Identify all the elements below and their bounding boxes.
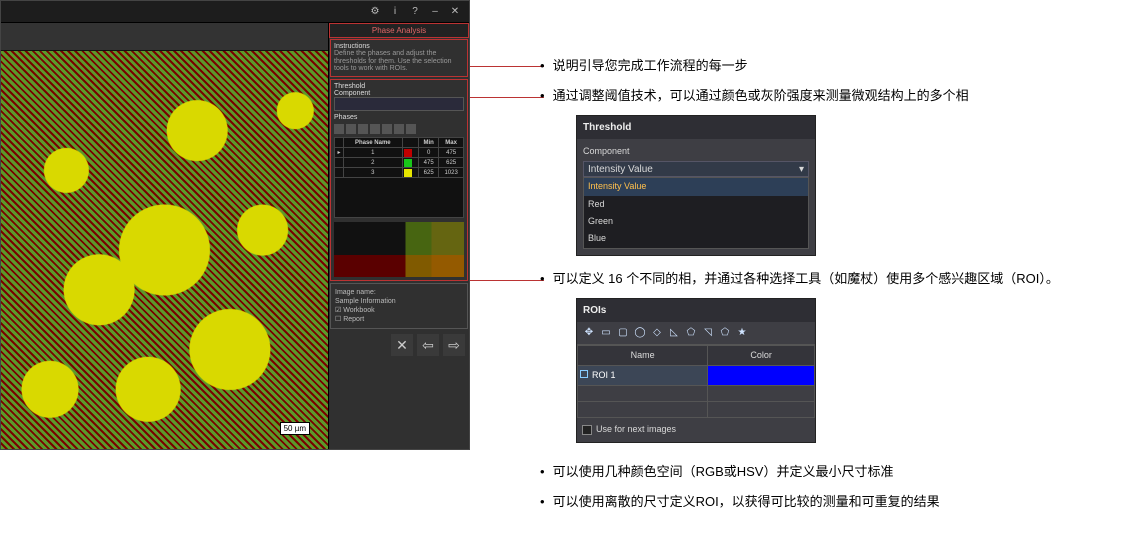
minimize-icon[interactable]: – [427, 4, 443, 20]
phase-swatch[interactable] [404, 149, 412, 157]
instructions-header: Instructions [334, 43, 464, 50]
component-label: Component [334, 90, 464, 97]
rois-row[interactable] [578, 402, 815, 418]
rois-col-name: Name [578, 345, 708, 365]
rect-icon[interactable]: ▭ [599, 326, 613, 340]
phase-header: Phases [334, 114, 464, 121]
instructions-box: Instructions Define the phases and adjus… [330, 39, 468, 77]
tool-btn[interactable] [406, 124, 416, 134]
annotation-line: 说明引导您完成工作流程的每一步 [540, 55, 1120, 77]
gear-icon[interactable]: ⚙ [367, 4, 383, 20]
scale-bar: 50 µm [280, 422, 310, 435]
rois-toolbar: ✥ ▭ ▢ ◯ ◇ ◺ ⬠ ◹ ⬠ ★ [577, 322, 815, 345]
histogram[interactable] [334, 222, 464, 277]
tool-btn[interactable] [346, 124, 356, 134]
rois-mini-title: ROIs [577, 299, 815, 322]
phase-row[interactable]: 3 625 1023 [335, 168, 464, 178]
close-icon[interactable]: ✕ [447, 4, 463, 20]
phase-swatch[interactable] [404, 159, 412, 167]
annotation-line: 可以定义 16 个不同的相，并通过各种选择工具（如魔杖）使用多个感兴趣区域（RO… [540, 268, 1120, 290]
viewport-toolbar [1, 23, 328, 51]
pointer-icon[interactable]: ✥ [582, 326, 596, 340]
threshold-mini-selected: Intensity Value [588, 161, 653, 178]
annotation-line: 可以使用离散的尺寸定义ROI，以获得可比较的测量和可重复的结果 [540, 491, 1120, 513]
diamond-icon[interactable]: ◇ [650, 326, 664, 340]
threshold-dropdown: Intensity Value Red Green Blue [583, 177, 809, 248]
use-next-label: Use for next images [596, 422, 676, 437]
help-icon[interactable]: ? [407, 4, 423, 20]
annotation-line: 可以使用几种颜色空间（RGB或HSV）并定义最小尺寸标准 [540, 461, 1120, 483]
star-icon[interactable]: ★ [735, 326, 749, 340]
tool-btn[interactable] [334, 124, 344, 134]
app-titlebar: ⚙ ⅰ ? – ✕ [1, 1, 469, 23]
annotation-text: 说明引导您完成工作流程的每一步 [553, 55, 748, 77]
annotations: 说明引导您完成工作流程的每一步 通过调整阈值技术，可以通过颜色或灰阶强度来测量微… [540, 55, 1120, 521]
rois-row[interactable] [578, 386, 815, 402]
tool-btn[interactable] [394, 124, 404, 134]
phase-table: Phase Name Min Max ▸ 1 0 475 2 [334, 137, 464, 218]
roundrect-icon[interactable]: ▢ [616, 326, 630, 340]
pentagon-icon[interactable]: ⬠ [718, 326, 732, 340]
info-line: ☑ Workbook [335, 306, 463, 315]
info-line: Image name: [335, 288, 463, 297]
next-button[interactable]: ⇨ [443, 334, 465, 356]
chevron-down-icon: ▾ [799, 161, 804, 178]
rois-row[interactable]: ROI 1 [578, 366, 815, 386]
dropdown-option[interactable]: Blue [584, 230, 808, 247]
tool-btn[interactable] [358, 124, 368, 134]
rois-mini-panel: ROIs ✥ ▭ ▢ ◯ ◇ ◺ ⬠ ◹ ⬠ ★ Name Color ROI … [576, 298, 816, 443]
threshold-header: Threshold [334, 83, 464, 90]
microstructure-image [1, 51, 328, 449]
use-next-checkbox[interactable] [582, 425, 592, 435]
tool-btn[interactable] [382, 124, 392, 134]
app-window: ⚙ ⅰ ? – ✕ 50 µm Phase Analysis Instructi… [0, 0, 470, 450]
side-panel-title: Phase Analysis [329, 23, 469, 38]
nav-buttons: ✕ ⇦ ⇨ [329, 330, 469, 360]
triangle-r-icon[interactable]: ◹ [701, 326, 715, 340]
image-viewport[interactable]: 50 µm [1, 23, 329, 449]
side-panel: Phase Analysis Instructions Define the p… [329, 23, 469, 449]
rois-footer: Use for next images [577, 418, 815, 441]
info-line: ☐ Report [335, 315, 463, 324]
phase-swatch[interactable] [404, 169, 412, 177]
instructions-text: Define the phases and adjust the thresho… [334, 50, 464, 73]
component-select[interactable] [334, 97, 464, 111]
threshold-mini-select[interactable]: Intensity Value ▾ [583, 161, 809, 177]
phase-row[interactable] [335, 178, 464, 218]
rois-table: Name Color ROI 1 [577, 345, 815, 419]
threshold-mini-panel: Threshold Component Intensity Value ▾ In… [576, 115, 816, 255]
phase-table-header: Phase Name Min Max [335, 138, 464, 148]
rois-row-color[interactable] [708, 366, 815, 386]
threshold-mini-label: Component [583, 144, 809, 159]
phase-row[interactable]: ▸ 1 0 475 [335, 148, 464, 158]
annotation-line: 通过调整阈值技术，可以通过颜色或灰阶强度来测量微观结构上的多个相 [540, 85, 1120, 107]
dropdown-option[interactable]: Green [584, 213, 808, 230]
rois-col-color: Color [708, 345, 815, 365]
threshold-box: Threshold Component Phases Phase [330, 79, 468, 281]
annotation-text: 可以使用离散的尺寸定义ROI，以获得可比较的测量和可重复的结果 [553, 491, 940, 513]
annotation-text: 可以使用几种颜色空间（RGB或HSV）并定义最小尺寸标准 [553, 461, 894, 483]
cancel-button[interactable]: ✕ [391, 334, 413, 356]
poly-icon[interactable]: ⬠ [684, 326, 698, 340]
circle-icon[interactable]: ◯ [633, 326, 647, 340]
annotation-text: 可以定义 16 个不同的相，并通过各种选择工具（如魔杖）使用多个感兴趣区域（RO… [553, 268, 1059, 290]
info-icon[interactable]: ⅰ [387, 4, 403, 20]
info-block: Image name: Sample Information ☑ Workboo… [330, 283, 468, 329]
info-line: Sample Information [335, 297, 463, 306]
triangle-icon[interactable]: ◺ [667, 326, 681, 340]
back-button[interactable]: ⇦ [417, 334, 439, 356]
tool-btn[interactable] [370, 124, 380, 134]
phase-row[interactable]: 2 475 625 [335, 158, 464, 168]
annotation-text: 通过调整阈值技术，可以通过颜色或灰阶强度来测量微观结构上的多个相 [553, 85, 969, 107]
threshold-mini-title: Threshold [577, 116, 815, 139]
dropdown-option[interactable]: Intensity Value [584, 178, 808, 195]
rois-row-name: ROI 1 [592, 370, 616, 380]
phase-tools [334, 124, 464, 134]
dropdown-option[interactable]: Red [584, 196, 808, 213]
